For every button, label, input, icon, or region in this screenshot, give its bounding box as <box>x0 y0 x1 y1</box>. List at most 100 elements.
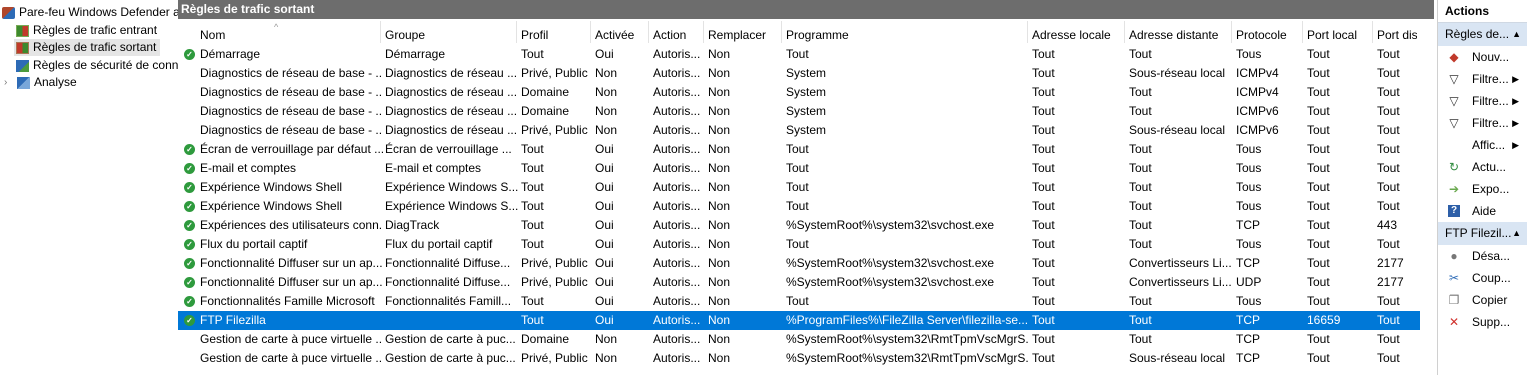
action-item[interactable]: ↻ Actu... <box>1438 156 1527 178</box>
cell-name: FTP Filezilla <box>200 313 266 327</box>
cell-local-port: Tout <box>1307 294 1330 308</box>
action-item[interactable]: ● Désa... <box>1438 245 1527 267</box>
table-row[interactable]: Diagnostics de réseau de base - ... Diagn… <box>178 64 1420 83</box>
cell-remote-address: Tout <box>1129 85 1152 99</box>
column-divider[interactable] <box>648 21 649 43</box>
actions-group-selected-rule[interactable]: FTP Filezil... ▲ <box>1438 222 1527 245</box>
cell-remote-port: Tout <box>1377 85 1400 99</box>
table-row[interactable]: ✓ Expérience Windows Shell Expérience Wind… <box>178 178 1420 197</box>
submenu-arrow-icon: ▶ <box>1512 96 1519 106</box>
column-divider[interactable] <box>590 21 591 43</box>
column-header-program[interactable]: Programme <box>786 27 1028 43</box>
action-item[interactable]: ❐ Copier <box>1438 289 1527 311</box>
column-header-local-address[interactable]: Adresse locale <box>1032 27 1127 43</box>
actions-group-rules[interactable]: Règles de... ▲ <box>1438 23 1527 46</box>
inbound-rules-icon <box>16 24 29 37</box>
tree-item-firewall[interactable]: Pare-feu Windows Defender a <box>2 4 178 21</box>
column-divider[interactable] <box>703 21 704 43</box>
column-header-action[interactable]: Action <box>653 27 706 43</box>
cell-enabled: Oui <box>595 199 614 213</box>
action-item[interactable]: ▽ Filtre... ▶ <box>1438 112 1527 134</box>
tree-item-connection-security[interactable]: Règles de sécurité de conn <box>16 57 178 74</box>
cell-override: Non <box>708 294 731 308</box>
cell-remote-address: Convertisseurs Li... <box>1129 256 1232 270</box>
monitoring-icon <box>17 76 30 89</box>
table-row[interactable]: ✓ Expérience Windows Shell Expérience Wind… <box>178 197 1420 216</box>
rule-enabled-icon: ✓ <box>184 239 195 250</box>
table-row[interactable]: Diagnostics de réseau de base - ... Diagn… <box>178 121 1420 140</box>
column-header-protocol[interactable]: Protocole <box>1236 27 1305 43</box>
table-row[interactable]: ✓ Fonctionnalités Famille Microsoft Foncti… <box>178 292 1420 311</box>
table-row[interactable]: ✓ Fonctionnalité Diffuser sur un ap... Fon… <box>178 254 1420 273</box>
cell-local-port: Tout <box>1307 47 1330 61</box>
column-divider[interactable] <box>781 21 782 43</box>
cell-group: Expérience Windows S... <box>385 180 519 194</box>
action-item[interactable]: ◆ Nouv... <box>1438 46 1527 68</box>
cell-action: Autoris... <box>653 66 701 80</box>
tree-item-outbound-rules[interactable]: Règles de trafic sortant <box>14 39 160 56</box>
action-item-label: Affic... <box>1472 138 1506 152</box>
chevron-right-icon[interactable]: › <box>4 74 14 91</box>
column-header-profile[interactable]: Profil <box>521 27 593 43</box>
column-header-remote-port[interactable]: Port dis <box>1377 27 1417 43</box>
cell-override: Non <box>708 237 731 251</box>
tree-item-monitoring[interactable]: › Analyse <box>4 74 77 91</box>
action-item[interactable]: ▽ Filtre... ▶ <box>1438 68 1527 90</box>
cell-profile: Tout <box>521 313 544 327</box>
cell-action: Autoris... <box>653 332 701 346</box>
table-row[interactable]: ✓ FTP Filezilla Tout Oui Autoris... Non %Progr… <box>178 311 1420 330</box>
table-row[interactable]: ✓ Écran de verrouillage par défaut ... Écr… <box>178 140 1420 159</box>
cell-remote-address: Tout <box>1129 199 1152 213</box>
action-item[interactable]: ✕ Supp... <box>1438 311 1527 333</box>
tree-item-label: Règles de sécurité de conn <box>33 58 178 72</box>
cell-local-port: 16659 <box>1307 313 1341 327</box>
table-row[interactable]: Diagnostics de réseau de base - ... Diagn… <box>178 83 1420 102</box>
table-row[interactable]: ✓ E-mail et comptes E-mail et comptes Tout O… <box>178 159 1420 178</box>
column-header-override[interactable]: Remplacer <box>708 27 784 43</box>
cell-action: Autoris... <box>653 161 701 175</box>
table-row[interactable]: ✓ Démarrage Démarrage Tout Oui Autoris... Non T… <box>178 45 1420 64</box>
actions-pane: Actions Règles de... ▲ ◆ Nouv... ▽ Filtre..… <box>1437 0 1527 375</box>
table-row[interactable]: Diagnostics de réseau de base - ... Diagn… <box>178 102 1420 121</box>
column-divider[interactable] <box>1027 21 1028 43</box>
column-divider[interactable] <box>1231 21 1232 43</box>
action-item[interactable]: Affic... ▶ <box>1438 134 1527 156</box>
cell-protocol: Tous <box>1236 294 1262 308</box>
table-row[interactable]: ✓ Flux du portail captif Flux du portail c… <box>178 235 1420 254</box>
column-divider[interactable] <box>380 21 381 43</box>
table-row[interactable]: Gestion de carte à puce virtuelle ... Ges… <box>178 349 1420 368</box>
column-divider[interactable] <box>1124 21 1125 43</box>
table-row[interactable]: ✓ Fonctionnalité Diffuser sur un ap... Fon… <box>178 273 1420 292</box>
action-item[interactable]: ? Aide <box>1438 200 1527 222</box>
column-header-name[interactable]: Nom <box>200 27 383 43</box>
action-item[interactable]: ▽ Filtre... ▶ <box>1438 90 1527 112</box>
column-header-remote-address[interactable]: Adresse distante <box>1129 27 1234 43</box>
submenu-arrow-icon: ▶ <box>1512 140 1519 150</box>
cell-program: Tout <box>786 47 809 61</box>
table-row[interactable]: ✓ Expériences des utilisateurs conn... Dia… <box>178 216 1420 235</box>
column-header-group[interactable]: Groupe <box>385 27 519 43</box>
cell-protocol: Tous <box>1236 237 1262 251</box>
collapse-icon[interactable]: ▲ <box>1512 23 1521 46</box>
column-header-local-port[interactable]: Port local <box>1307 27 1375 43</box>
cell-program: %SystemRoot%\system32\svchost.exe <box>786 218 995 232</box>
table-row[interactable]: Gestion de carte à puce virtuelle ... Ges… <box>178 330 1420 349</box>
cell-enabled: Oui <box>595 142 614 156</box>
cell-protocol: TCP <box>1236 218 1260 232</box>
column-divider[interactable] <box>1302 21 1303 43</box>
cell-program: Tout <box>786 180 809 194</box>
column-header-enabled[interactable]: Activée <box>595 27 651 43</box>
column-divider[interactable] <box>516 21 517 43</box>
action-item[interactable]: ✂ Coup... <box>1438 267 1527 289</box>
action-item[interactable]: ➔ Expo... <box>1438 178 1527 200</box>
disable-icon: ● <box>1450 249 1458 263</box>
tree-item-inbound-rules[interactable]: Règles de trafic entrant <box>16 22 157 39</box>
cell-local-address: Tout <box>1032 199 1055 213</box>
filter-icon: ▽ <box>1449 116 1459 130</box>
cell-remote-address: Tout <box>1129 313 1152 327</box>
rule-enabled-icon: ✓ <box>184 277 195 288</box>
cell-name: Diagnostics de réseau de base - ... <box>200 123 383 137</box>
collapse-icon[interactable]: ▲ <box>1512 222 1521 245</box>
column-divider[interactable] <box>1372 21 1373 43</box>
cell-protocol: TCP <box>1236 256 1260 270</box>
